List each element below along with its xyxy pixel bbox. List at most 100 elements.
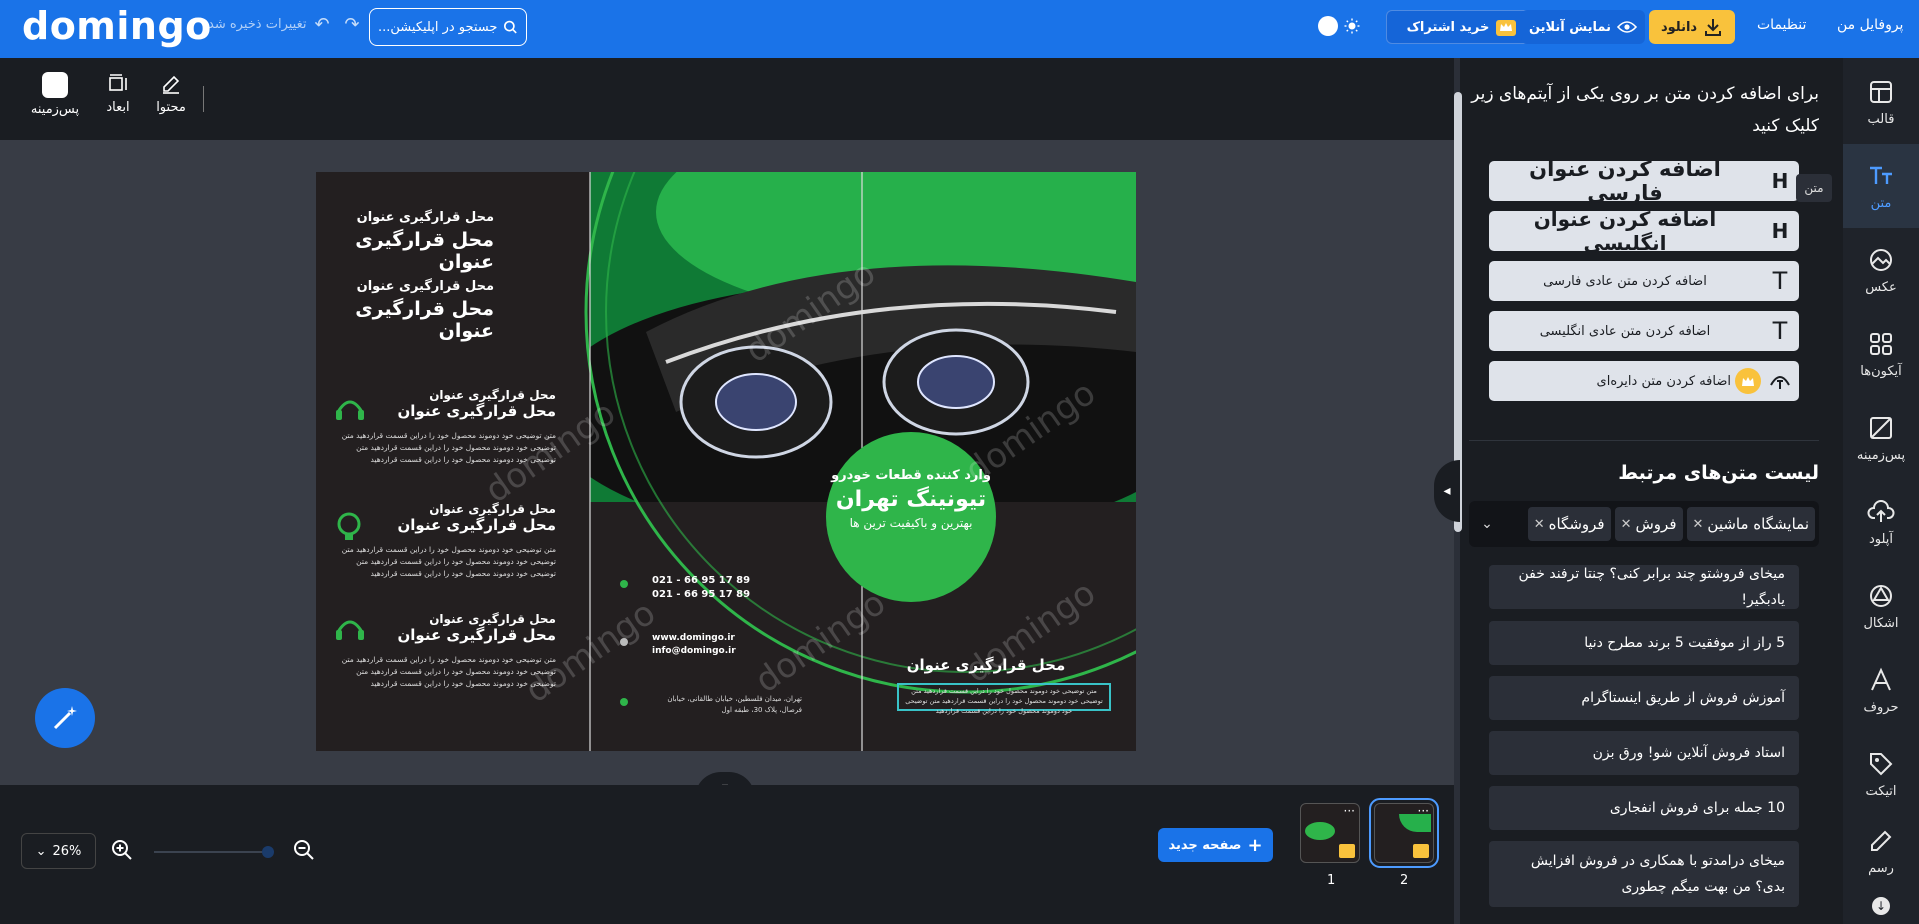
new-page-label: صفحه جدید	[1168, 837, 1242, 853]
zoom-select[interactable]: ⌄ 26%	[21, 833, 96, 869]
zoom-slider[interactable]	[154, 851, 272, 853]
sidebar-item-letters[interactable]: حروف	[1843, 648, 1919, 732]
add-item-label: اضافه کردن عنوان انگلیسی	[1533, 207, 1717, 255]
background-tool-label: پس‌زمینه	[30, 102, 80, 117]
search-input[interactable]: جستجو در اپلیکیشن...	[369, 8, 527, 46]
sun-icon	[1344, 18, 1360, 34]
address[interactable]: تهران، میدان فلسطین، خیابان طالقانی، خیا…	[652, 694, 802, 716]
content-tool[interactable]: محتوا	[145, 72, 197, 115]
filter-tag[interactable]: فروش ✕	[1614, 507, 1683, 541]
profile-link[interactable]: پروفایل من	[1837, 17, 1903, 33]
related-text-item[interactable]: 10 جمله برای فروش انفجاری	[1489, 786, 1799, 830]
sidebar-item-tag[interactable]: اتیکت	[1843, 732, 1919, 816]
settings-link[interactable]: تنظیمات	[1757, 17, 1806, 33]
web-block[interactable]: www.domingo.ir info@domingo.ir	[652, 632, 736, 658]
online-label: نمایش آنلاین	[1528, 19, 1612, 35]
download-icon	[1705, 19, 1722, 36]
phone-block[interactable]: 021 - 66 95 17 89 021 - 66 95 17 89	[652, 574, 750, 602]
sidebar-item-template[interactable]: قالب	[1843, 60, 1919, 144]
tag-filter[interactable]: نمایشگاه ماشین ✕ فروش ✕ فروشگاه ✕ ⌄	[1469, 501, 1819, 547]
redo-icon[interactable]: ↷	[341, 14, 363, 36]
subscribe-button[interactable]: خرید اشتراک	[1386, 10, 1538, 44]
save-status: تغییرات ذخیره شد	[208, 17, 307, 32]
add-persian-heading[interactable]: H اضافه کردن عنوان فارسی	[1489, 157, 1799, 205]
background-icon	[1870, 416, 1892, 439]
zoom-out-icon[interactable]	[292, 838, 316, 862]
feature-large-title: محل قرارگیری عنوان	[397, 402, 556, 420]
related-text-item[interactable]: استاد فروش آنلاین شو! ورق بزن	[1489, 731, 1799, 775]
dimensions-tool-label: ابعاد	[106, 100, 130, 115]
lightbulb-icon	[337, 512, 361, 540]
image-icon	[1870, 248, 1892, 271]
badge-line-3: بهترین و باکیفیت ترین ها	[849, 516, 973, 530]
sidebar-item-label: اتیکت	[1865, 783, 1897, 799]
close-icon[interactable]: ✕	[1693, 517, 1704, 532]
theme-toggle[interactable]	[1318, 16, 1362, 36]
content-tool-label: محتوا	[156, 100, 186, 115]
related-text-item[interactable]: میخای درامدتو با همکاری در فروش افزایش ب…	[1489, 841, 1799, 907]
sidebar-item-image[interactable]: عکس	[1843, 228, 1919, 312]
text-panel: برای اضافه کردن متن بر روی یکی از آیتم‌ه…	[1460, 58, 1843, 924]
brochure-design[interactable]: محل قرارگیری عنوان محل قرارگیری عنوان مح…	[316, 172, 1136, 751]
panel-hint: برای اضافه کردن متن بر روی یکی از آیتم‌ه…	[1471, 84, 1819, 136]
dimensions-tool[interactable]: ابعاد	[92, 72, 144, 115]
sidebar-item-background[interactable]: پس‌زمینه	[1843, 396, 1919, 480]
canvas-toolbar: پس‌زمینه ابعاد محتوا	[0, 58, 1454, 140]
crown-icon	[1339, 844, 1355, 858]
sidebar-item-label: عکس	[1865, 279, 1897, 295]
add-persian-text[interactable]: T اضافه کردن متن عادی فارسی	[1489, 261, 1799, 301]
feature-large-title: محل قرارگیری عنوان	[397, 516, 556, 534]
title-block-1[interactable]: محل قرارگیری عنوان محل قرارگیری عنوان مح…	[324, 210, 494, 342]
sidebar-item-label: آیکون‌ها	[1860, 363, 1902, 379]
feature-body-2[interactable]: متن توضیحی خود دوموند محصول خود را دراین…	[336, 544, 556, 580]
feature-block-3[interactable]: محل قرارگیری عنوان محل قرارگیری عنوان	[376, 612, 556, 644]
page-thumbnail-1[interactable]: ···	[1300, 803, 1360, 863]
add-english-heading[interactable]: H اضافه کردن عنوان انگلیسی	[1489, 207, 1799, 255]
zoom-in-icon[interactable]	[110, 838, 134, 862]
download-button[interactable]: دانلود	[1649, 10, 1735, 44]
filter-tag[interactable]: نمایشگاه ماشین ✕	[1686, 507, 1815, 541]
shapes-icon	[1870, 584, 1892, 607]
badge-line-2: تیونینگ تهران	[835, 487, 987, 512]
sidebar-item-draw[interactable]: رسم	[1843, 816, 1919, 886]
logo[interactable]: domingo	[22, 4, 212, 48]
headset-icon	[336, 620, 364, 640]
zoom-slider-handle[interactable]	[262, 846, 274, 858]
close-icon[interactable]: ✕	[1534, 517, 1545, 532]
more-icon[interactable]: ···	[1344, 804, 1355, 818]
filter-tag[interactable]: فروشگاه ✕	[1527, 507, 1611, 541]
email: info@domingo.ir	[652, 646, 736, 656]
right-body[interactable]: متن توضیحی خود دوموند محصول خود را دراین…	[902, 686, 1106, 716]
new-page-button[interactable]: + صفحه جدید	[1158, 828, 1273, 862]
online-preview-button[interactable]: نمایش آنلاین	[1521, 10, 1645, 44]
close-icon[interactable]: ✕	[1621, 517, 1632, 532]
upload-icon	[1867, 499, 1895, 522]
subscribe-label: خرید اشتراک	[1406, 19, 1490, 35]
arrow-down-icon: ↓	[1872, 897, 1890, 915]
sidebar-item-label: حروف	[1863, 699, 1899, 715]
small-title: محل قرارگیری عنوان	[356, 279, 494, 294]
page-thumbnail-2[interactable]: ···	[1369, 798, 1439, 868]
heading-icon: H	[1771, 219, 1789, 243]
sidebar-item-upload[interactable]: آپلود	[1843, 480, 1919, 564]
related-text-item[interactable]: میخای فروشتو چند برابر کنی؟ چنتا ترفند خ…	[1489, 565, 1799, 609]
background-tool[interactable]: پس‌زمینه	[29, 72, 81, 117]
undo-icon[interactable]: ↶	[311, 14, 333, 36]
sidebar-item-shapes[interactable]: اشکال	[1843, 564, 1919, 648]
text-icon: T	[1772, 317, 1788, 345]
feature-block-2[interactable]: محل قرارگیری عنوان محل قرارگیری عنوان	[376, 502, 556, 534]
sidebar-item-text[interactable]: متن	[1843, 144, 1919, 228]
related-text-item[interactable]: 5 راز از موفقیت 5 برند مطرح دنیا	[1489, 621, 1799, 665]
sidebar-item-icons[interactable]: آیکون‌ها	[1843, 312, 1919, 396]
feature-block-1[interactable]: محل قرارگیری عنوان محل قرارگیری عنوان	[376, 388, 556, 420]
add-english-text[interactable]: T اضافه کردن متن عادی انگلیسی	[1489, 311, 1799, 351]
sidebar-scroll-down[interactable]: ↓	[1843, 888, 1919, 924]
phone-1: 021 - 66 95 17 89	[652, 575, 751, 586]
add-curved-text[interactable]: اضافه کردن متن دایره‌ای	[1489, 361, 1799, 401]
panel-divider	[1469, 440, 1819, 441]
related-text-item[interactable]: آموزش فروش از طریق اینستاگرام	[1489, 676, 1799, 720]
more-icon[interactable]: ···	[1418, 804, 1429, 818]
magic-wand-button[interactable]	[35, 688, 95, 748]
large-title: محل قرارگیری عنوان	[355, 298, 494, 342]
chevron-down-icon[interactable]: ⌄	[1473, 516, 1501, 532]
